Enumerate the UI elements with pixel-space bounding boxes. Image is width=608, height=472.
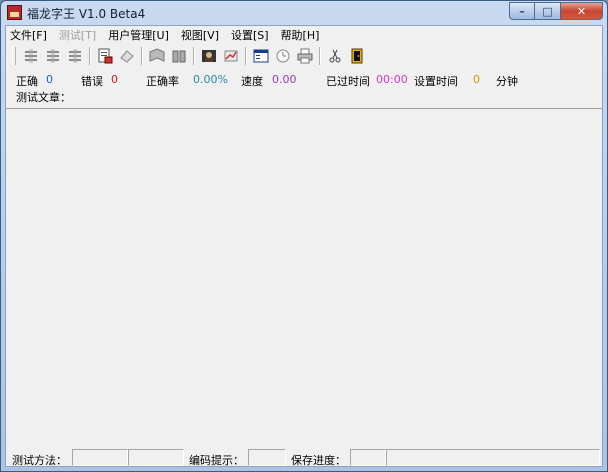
menu-bar: 文件[F] 测试[T] 用户管理[U] 视图[V] 设置[S] 帮助[H] [6,26,602,44]
error-value: 0 [111,73,118,86]
encoding-hint-panel [248,449,286,466]
window-controls: – □ ✕ [509,2,603,20]
accuracy-value: 0.00% [193,73,228,86]
test-article-label: 测试文章： [16,91,71,104]
correct-value: 0 [46,73,53,86]
menu-help[interactable]: 帮助[H] [281,27,320,43]
window-icon[interactable] [252,47,270,65]
close-icon: ✕ [576,4,587,18]
set-time-label: 设置时间 [414,75,458,88]
toolbar-grip[interactable] [12,47,16,65]
scissors-icon[interactable] [326,47,344,65]
save-progress-panel [350,449,386,466]
client-area: 文件[F] 测试[T] 用户管理[U] 视图[V] 设置[S] 帮助[H] 正确… [5,25,603,467]
status-bar: 测试方法： 编码提示： 保存进度： [6,448,602,467]
speed-label: 速度 [241,75,263,88]
error-label: 错误 [81,75,103,88]
app-window: 福龙字王 V1.0 Beta4 – □ ✕ 文件[F] 测试[T] 用户管理[U… [0,0,608,472]
app-icon[interactable] [7,5,22,20]
stats-row: 正确 0 错误 0 正确率 0.00% 速度 0.00 已过时间 00:00 设… [6,70,602,88]
encoding-hint-label: 编码提示： [189,454,244,467]
accuracy-label: 正确率 [146,75,179,88]
minute-unit-label: 分钟 [496,75,518,88]
speed-value: 0.00 [272,73,297,86]
status-panel-wide [386,449,600,466]
document-icon[interactable] [96,47,114,65]
toolbar-separator [319,47,321,65]
window-title: 福龙字王 V1.0 Beta4 [27,7,146,21]
toolbar-separator [193,47,195,65]
save-progress-label: 保存进度： [291,454,346,467]
user-photo-icon[interactable] [200,47,218,65]
menu-user-management[interactable]: 用户管理[U] [108,27,169,43]
list-icon-3[interactable] [66,47,84,65]
elapsed-time-label: 已过时间 [326,75,370,88]
menu-settings[interactable]: 设置[S] [231,27,269,43]
clock-icon[interactable] [274,47,292,65]
close-button[interactable]: ✕ [561,2,603,20]
eraser-icon[interactable] [118,47,136,65]
menu-view[interactable]: 视图[V] [181,27,219,43]
set-time-value: 0 [473,73,480,86]
chart-icon[interactable] [222,47,240,65]
toolbar-separator [141,47,143,65]
menu-file[interactable]: 文件[F] [10,27,47,43]
menu-test[interactable]: 测试[T] [59,27,96,43]
elapsed-time-value: 00:00 [376,73,408,86]
minimize-button[interactable]: – [509,2,535,20]
toolbar [6,44,602,68]
minimize-icon: – [519,4,525,18]
maximize-button[interactable]: □ [535,2,561,20]
toolbar-separator [89,47,91,65]
book-icon-1[interactable] [148,47,166,65]
list-icon-1[interactable] [22,47,40,65]
title-bar[interactable]: 福龙字王 V1.0 Beta4 – □ ✕ [1,1,607,25]
test-method-panel-2 [128,449,184,466]
printer-icon[interactable] [296,47,314,65]
test-method-panel [72,449,128,466]
maximize-icon: □ [542,4,553,18]
list-icon-2[interactable] [44,47,62,65]
correct-label: 正确 [16,75,38,88]
typing-content-area[interactable] [6,108,602,449]
book-icon-2[interactable] [170,47,188,65]
exit-door-icon[interactable] [348,47,366,65]
test-method-label: 测试方法： [12,454,67,467]
toolbar-separator [245,47,247,65]
